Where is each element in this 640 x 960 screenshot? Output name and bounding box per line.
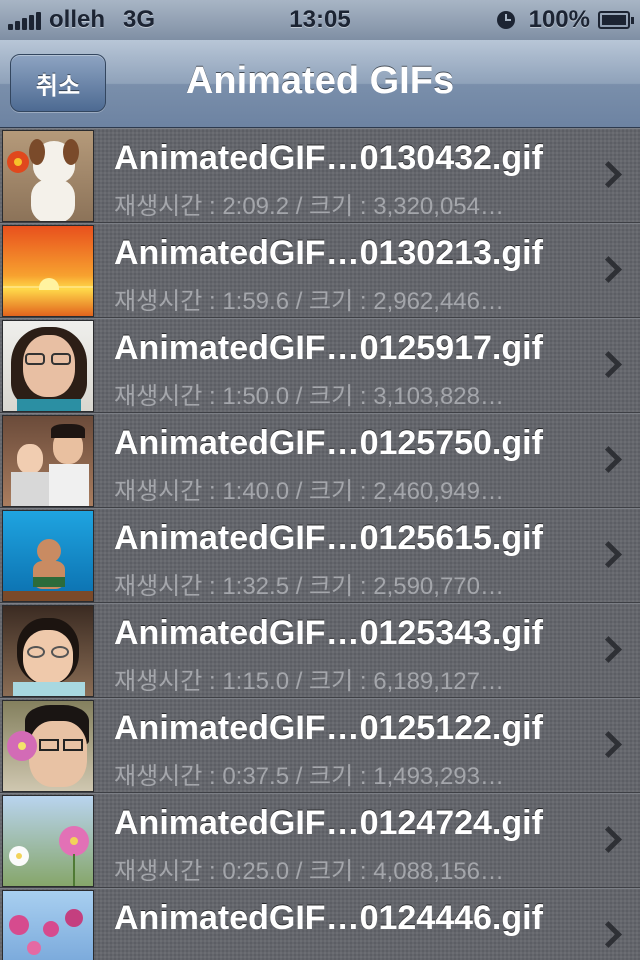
item-title: AnimatedGIF…0130213.gif <box>114 234 543 272</box>
chevron-right-icon <box>595 921 622 948</box>
list-item[interactable]: AnimatedGIF…0125615.gif 재생시간 : 1:32.5 / … <box>0 508 640 603</box>
list-item[interactable]: AnimatedGIF…0124446.gif <box>0 888 640 960</box>
list-item[interactable]: AnimatedGIF…0124724.gif 재생시간 : 0:25.0 / … <box>0 793 640 888</box>
thumbnail-sunset <box>2 225 94 317</box>
chevron-right-icon <box>595 636 622 663</box>
chevron-right-icon <box>595 351 622 378</box>
chevron-right-icon <box>595 161 622 188</box>
item-subtitle: 재생시간 : 1:32.5 / 크기 : 2,590,770… <box>114 573 504 600</box>
chevron-right-icon <box>595 826 622 853</box>
item-subtitle: 재생시간 : 2:09.2 / 크기 : 3,320,054… <box>114 193 504 220</box>
list-item[interactable]: AnimatedGIF…0125343.gif 재생시간 : 1:15.0 / … <box>0 603 640 698</box>
item-subtitle: 재생시간 : 1:59.6 / 크기 : 2,962,446… <box>114 288 504 315</box>
battery-percent: 100% <box>528 6 590 33</box>
thumbnail-dog <box>2 130 94 222</box>
page-title: Animated GIFs <box>185 60 455 102</box>
chevron-right-icon <box>595 446 622 473</box>
item-subtitle: 재생시간 : 1:40.0 / 크기 : 2,460,949… <box>114 478 504 505</box>
battery-charging-icon <box>598 11 634 29</box>
thumbnail-woman <box>2 320 94 412</box>
thumbnail-kids <box>2 415 94 507</box>
chevron-right-icon <box>595 731 622 758</box>
item-title: AnimatedGIF…0125343.gif <box>114 614 543 652</box>
item-title: AnimatedGIF…0125615.gif <box>114 519 543 557</box>
thumbnail-pool <box>2 510 94 602</box>
thumbnail-teen <box>2 700 94 792</box>
item-title: AnimatedGIF…0124446.gif <box>114 899 543 937</box>
status-bar: olleh 3G 13:05 100% <box>0 0 640 40</box>
chevron-right-icon <box>595 541 622 568</box>
thumbnail-flower <box>2 795 94 887</box>
chevron-right-icon <box>595 256 622 283</box>
item-title: AnimatedGIF…0125750.gif <box>114 424 543 462</box>
item-title: AnimatedGIF…0125122.gif <box>114 709 543 747</box>
item-title: AnimatedGIF…0130432.gif <box>114 139 543 177</box>
item-title: AnimatedGIF…0125917.gif <box>114 329 543 367</box>
clock-icon <box>496 11 515 29</box>
item-subtitle: 재생시간 : 0:37.5 / 크기 : 1,493,293… <box>114 763 504 790</box>
status-right: 100% <box>496 6 634 34</box>
list-item[interactable]: AnimatedGIF…0125917.gif 재생시간 : 1:50.0 / … <box>0 318 640 413</box>
item-subtitle: 재생시간 : 1:15.0 / 크기 : 6,189,127… <box>114 668 504 695</box>
list-item[interactable]: AnimatedGIF…0125122.gif 재생시간 : 0:37.5 / … <box>0 698 640 793</box>
item-subtitle: 재생시간 : 1:50.0 / 크기 : 3,103,828… <box>114 383 504 410</box>
gif-list: AnimatedGIF…0130432.gif 재생시간 : 2:09.2 / … <box>0 128 640 960</box>
list-item[interactable]: AnimatedGIF…0125750.gif 재생시간 : 1:40.0 / … <box>0 413 640 508</box>
list-item[interactable]: AnimatedGIF…0130213.gif 재생시간 : 1:59.6 / … <box>0 223 640 318</box>
item-subtitle: 재생시간 : 0:25.0 / 크기 : 4,088,156… <box>114 858 504 885</box>
item-title: AnimatedGIF…0124724.gif <box>114 804 543 842</box>
thumbnail-flowers <box>2 890 94 960</box>
thumbnail-boy <box>2 605 94 697</box>
list-item[interactable]: AnimatedGIF…0130432.gif 재생시간 : 2:09.2 / … <box>0 128 640 223</box>
navigation-bar: 취소 Animated GIFs <box>0 40 640 128</box>
